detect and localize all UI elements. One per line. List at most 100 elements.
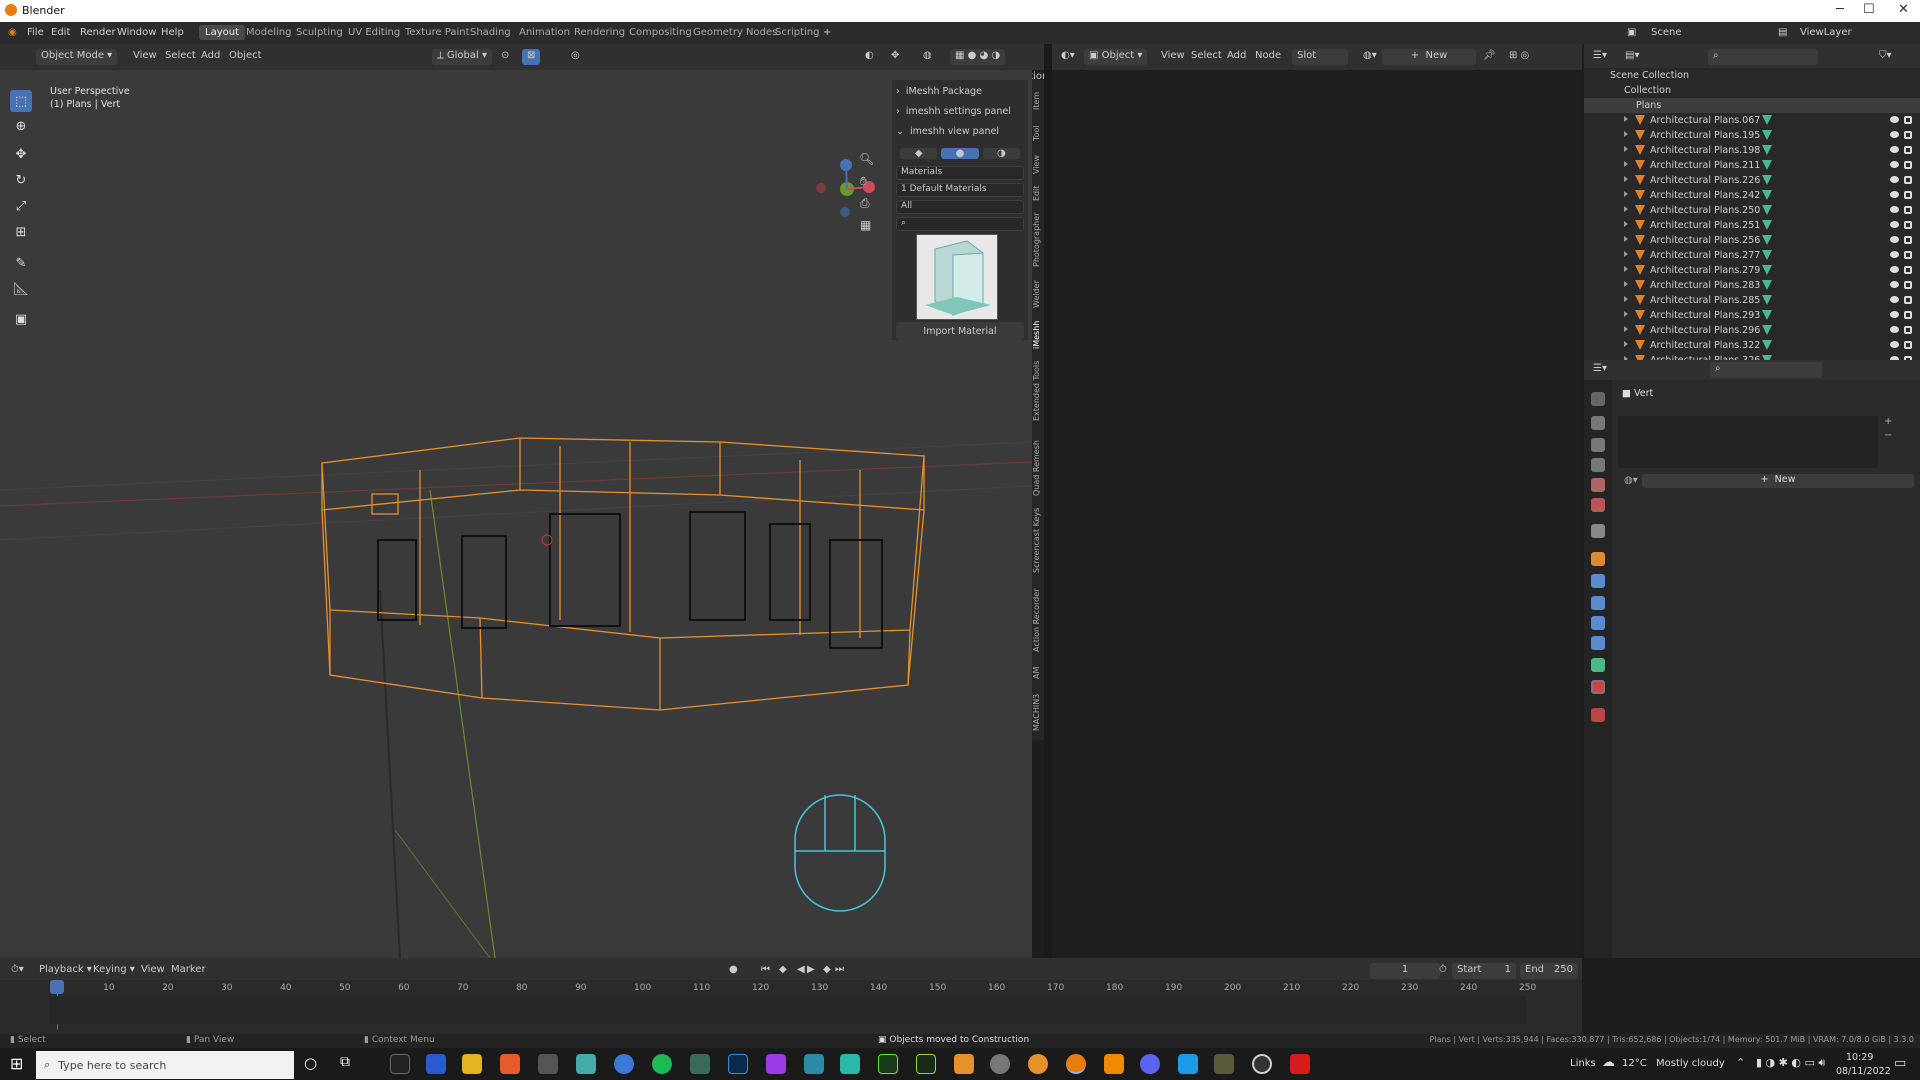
expand-arrow-icon[interactable] (1624, 176, 1628, 182)
render-camera-icon[interactable] (1904, 266, 1912, 274)
render-camera-icon[interactable] (1904, 161, 1912, 169)
minimize-icon[interactable]: ─ (1836, 2, 1844, 17)
tab-shading[interactable]: Shading (464, 25, 517, 40)
scene-props-icon[interactable] (1591, 478, 1605, 492)
render-camera-icon[interactable] (1904, 221, 1912, 229)
current-frame-field[interactable]: 1 (1370, 963, 1440, 979)
visibility-eye-icon[interactable] (1890, 236, 1899, 243)
material-mode-icon[interactable]: ● (941, 147, 979, 159)
menu-render[interactable]: Render (80, 27, 116, 38)
outliner-item[interactable]: Architectural Plans.279 (1584, 263, 1920, 278)
tab-tool[interactable]: Tool (1032, 120, 1044, 146)
tool-props-icon[interactable] (1591, 392, 1605, 406)
tab-quad-remesh[interactable]: Quad Remesh (1032, 440, 1044, 496)
outliner-item[interactable]: Architectural Plans.296 (1584, 323, 1920, 338)
properties-type-icon[interactable]: ☰▾ (1588, 362, 1612, 378)
render-camera-icon[interactable] (1904, 281, 1912, 289)
app-icon-3[interactable] (690, 1054, 710, 1074)
collection-props-icon[interactable] (1591, 524, 1605, 538)
expand-arrow-icon[interactable] (1624, 146, 1628, 152)
render-camera-icon[interactable] (1904, 191, 1912, 199)
visibility-eye-icon[interactable] (1890, 161, 1899, 168)
view-layer-props-icon[interactable] (1591, 458, 1605, 472)
app-icon-10[interactable] (1252, 1054, 1272, 1074)
physics-props-icon[interactable] (1591, 616, 1605, 630)
expand-arrow-icon[interactable] (1624, 221, 1628, 227)
pan-hand-icon[interactable]: ✋︎ (860, 174, 867, 189)
imeshh-package-header[interactable]: › iMeshh Package (896, 82, 1024, 100)
menu-help[interactable]: Help (161, 27, 184, 38)
ortho-grid-icon[interactable]: ▦ (860, 218, 871, 232)
playhead[interactable] (50, 980, 64, 994)
app-icon-7[interactable] (990, 1054, 1010, 1074)
visibility-eye-icon[interactable] (1890, 251, 1899, 258)
outliner-item[interactable]: Architectural Plans.242 (1584, 188, 1920, 203)
menu-window[interactable]: Window (117, 27, 156, 38)
render-props-icon[interactable] (1591, 416, 1605, 430)
visibility-eye-icon[interactable] (1890, 221, 1899, 228)
select-menu[interactable]: Select (160, 49, 201, 65)
slot-remove-icon[interactable]: − (1884, 430, 1892, 441)
render-camera-icon[interactable] (1904, 176, 1912, 184)
scene-collection-row[interactable]: Scene Collection (1584, 68, 1920, 83)
file-explorer-icon[interactable] (462, 1054, 482, 1074)
render-camera-icon[interactable] (1904, 326, 1912, 334)
expand-arrow-icon[interactable] (1624, 266, 1628, 272)
taskbar-search-input[interactable]: ⌕ Type here to search (36, 1051, 294, 1079)
tab-extended-tools[interactable]: Extended Tools (1032, 358, 1044, 424)
visibility-eye-icon[interactable] (1890, 296, 1899, 303)
app-icon-9[interactable] (1214, 1054, 1234, 1074)
painter-icon[interactable] (916, 1054, 936, 1074)
model-mode-icon[interactable]: ◆ (900, 147, 938, 159)
mode-dropdown[interactable]: Object Mode ▾ (36, 49, 118, 65)
shader-type-dropdown[interactable]: ▣ Object ▾ (1084, 49, 1148, 65)
new-material-props-button[interactable]: + New (1642, 474, 1914, 488)
blender-active-icon[interactable] (1066, 1054, 1086, 1074)
visibility-eye-icon[interactable] (1890, 146, 1899, 153)
texture-props-icon[interactable] (1591, 708, 1605, 722)
hdri-mode-icon[interactable]: ◑ (982, 147, 1020, 159)
tab-edit[interactable]: Edit (1032, 182, 1044, 204)
preview-range-icon[interactable]: ⏱ (1434, 963, 1452, 979)
output-props-icon[interactable] (1591, 438, 1605, 452)
viewlayer-name[interactable]: ViewLayer (1800, 27, 1852, 38)
material-browse-icon-props[interactable]: ◍▾ (1624, 475, 1638, 486)
scale-tool-icon[interactable]: ⤢ (10, 195, 32, 217)
properties-search-input[interactable]: ⌕ (1710, 362, 1822, 378)
outliner-item[interactable]: Architectural Plans.283 (1584, 278, 1920, 293)
render-camera-icon[interactable] (1904, 341, 1912, 349)
render-camera-icon[interactable] (1904, 116, 1912, 124)
tab-view[interactable]: View (1032, 152, 1044, 178)
asset-search-input[interactable]: ⌕ (896, 217, 1024, 231)
expand-arrow-icon[interactable] (1624, 296, 1628, 302)
material-browse-icon[interactable]: ◍▾ (1358, 49, 1382, 65)
timeline-view-menu[interactable]: View (136, 963, 170, 979)
outliner-item[interactable]: Architectural Plans.322 (1584, 338, 1920, 353)
area-splitter[interactable] (1044, 44, 1052, 958)
windows-start-icon[interactable]: ⊞ (10, 1054, 23, 1073)
render-camera-icon[interactable] (1904, 296, 1912, 304)
expand-arrow-icon[interactable] (1624, 191, 1628, 197)
data-props-icon[interactable] (1591, 658, 1605, 672)
outliner-item[interactable]: Architectural Plans.198 (1584, 143, 1920, 158)
tray-icons[interactable]: ▮ ◑ ✱ ◐ ▭ 🔊︎ (1756, 1056, 1825, 1070)
outliner-item[interactable]: Architectural Plans.251 (1584, 218, 1920, 233)
app-icon-6[interactable] (954, 1054, 974, 1074)
app-icon-8[interactable] (1178, 1054, 1198, 1074)
add-workspace-icon[interactable]: + (823, 27, 831, 38)
timeline-type-icon[interactable]: ⏱▾ (6, 963, 29, 979)
tab-scripting[interactable]: Scripting (769, 25, 825, 40)
shading-modes[interactable]: ▦ ● ◕ ◑ (950, 49, 1006, 65)
scene-name[interactable]: Scene (1651, 27, 1682, 38)
keyframe-prev-icon[interactable]: ◆ (774, 963, 792, 979)
discord-icon[interactable] (1140, 1054, 1160, 1074)
overlay-icon[interactable]: ◍ (918, 49, 937, 65)
expand-arrow-icon[interactable] (1624, 341, 1628, 347)
menu-edit[interactable]: Edit (51, 27, 70, 38)
editor-type-icon[interactable]: ◐▾ (1056, 49, 1080, 65)
calculator-icon[interactable] (576, 1054, 596, 1074)
clock-date[interactable]: 08/11/2022 (1836, 1066, 1891, 1077)
proportional-icon[interactable]: ◎ (566, 49, 585, 65)
collection-row[interactable]: Collection (1584, 83, 1920, 98)
add-menu[interactable]: Add (196, 49, 225, 65)
